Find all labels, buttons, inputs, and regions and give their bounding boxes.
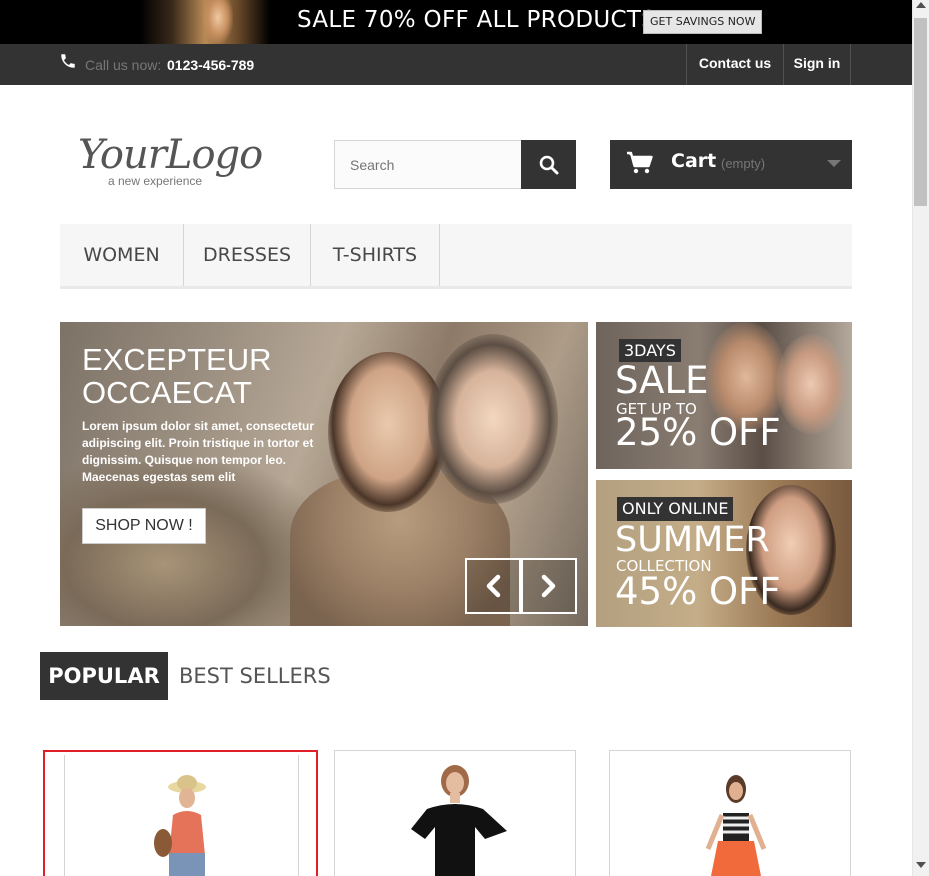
promo-model-image: [203, 0, 233, 44]
banner-model-image: [776, 334, 846, 434]
chevron-right-icon: [541, 574, 556, 598]
caret-down-icon: [827, 160, 841, 167]
phone-number: 0123-456-789: [167, 57, 255, 73]
cart-button[interactable]: Cart (empty): [610, 140, 852, 189]
slide-description: Lorem ipsum dolor sit amet, consectetur …: [82, 419, 315, 484]
product-image-frame: [64, 755, 299, 876]
tab-best-sellers[interactable]: BEST SELLERS: [179, 652, 331, 700]
banner-discount: 45% OFF: [615, 570, 781, 613]
promo-banner[interactable]: SALE 70% OFF ALL PRODUCTS GET SAVINGS NO…: [0, 0, 912, 44]
banner-headline: SUMMER: [615, 520, 770, 560]
slider-prev-button[interactable]: [465, 558, 521, 614]
site-logo[interactable]: YourLogo a new experience: [78, 132, 278, 192]
banner-discount: 25% OFF: [615, 411, 781, 454]
phone-icon: [61, 54, 75, 68]
product-image: [411, 765, 507, 876]
shop-now-button[interactable]: SHOP NOW !: [82, 508, 206, 544]
main-menu: WOMEN DRESSES T-SHIRTS: [60, 224, 852, 289]
cart-status: (empty): [721, 156, 766, 171]
banner-tag: ONLY ONLINE: [617, 497, 734, 521]
slider-foliage-image: [60, 462, 320, 626]
product-card[interactable]: [43, 750, 318, 876]
product-image: [154, 775, 206, 876]
logo-wordmark: YourLogo: [78, 132, 263, 178]
promo-text: SALE 70% OFF ALL PRODUCTS: [297, 7, 657, 33]
product-image: [705, 775, 767, 876]
search-icon: [539, 155, 559, 175]
tab-popular[interactable]: POPULAR: [40, 652, 168, 700]
menu-item-tshirts[interactable]: T-SHIRTS: [311, 224, 440, 286]
contact-us-link[interactable]: Contact us: [686, 44, 783, 85]
sign-in-link[interactable]: Sign in: [783, 44, 851, 85]
search-input[interactable]: [334, 140, 522, 189]
chevron-left-icon: [486, 574, 501, 598]
scrollbar-thumb[interactable]: [914, 18, 927, 206]
product-card[interactable]: [334, 750, 576, 876]
menu-item-women[interactable]: WOMEN: [60, 224, 184, 286]
scroll-up-icon[interactable]: [916, 2, 926, 8]
get-savings-button[interactable]: GET SAVINGS NOW: [643, 10, 763, 34]
search-button[interactable]: [521, 140, 576, 189]
banner-headline: SALE: [615, 359, 709, 402]
logo-tagline: a new experience: [108, 174, 203, 188]
call-us-label: Call us now:: [85, 57, 162, 73]
menu-item-dresses[interactable]: DRESSES: [184, 224, 311, 286]
cart-icon: [627, 151, 653, 174]
slide-title: EXCEPTEUR OCCAECAT: [82, 342, 272, 410]
product-card[interactable]: [609, 750, 851, 876]
slider-next-button[interactable]: [521, 558, 577, 614]
slider-model-image: [428, 334, 558, 504]
cart-label: Cart: [671, 150, 717, 172]
scroll-down-icon[interactable]: [916, 862, 926, 868]
